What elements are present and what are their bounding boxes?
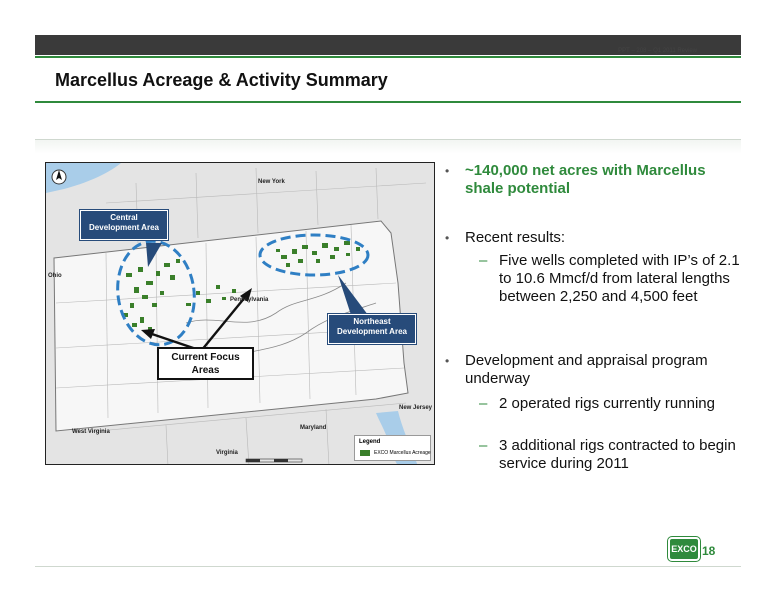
sub-bullet-item: – Five wells completed with IP’s of 2.1 …: [479, 252, 741, 306]
header-rule: [35, 56, 741, 58]
sub-bullet-text: 2 operated rigs currently running: [499, 395, 715, 412]
dash-icon: –: [479, 395, 488, 412]
bullet-text: ~140,000 net acres with Marcellus shale …: [465, 162, 706, 197]
label-new-jersey: New Jersey: [399, 405, 433, 411]
bullet-dot-icon: •: [445, 231, 450, 245]
label-pennsylvania: Pennsylvania: [230, 297, 269, 303]
page-number: 18: [702, 544, 716, 558]
current-focus-areas-box: Current Focus Areas: [157, 347, 254, 380]
bullet-item: • ~140,000 net acres with Marcellus shal…: [445, 162, 741, 198]
sub-bullet-text: Five wells completed with IP’s of 2.1 to…: [499, 252, 740, 305]
legend-title: Legend: [359, 439, 381, 445]
bullet-item: • Recent results:: [445, 229, 741, 247]
label-new-york: New York: [258, 179, 285, 185]
dash-icon: –: [479, 252, 488, 269]
label-virginia: Virginia: [216, 450, 238, 456]
bullet-dot-icon: •: [445, 164, 450, 178]
exco-logo: EXCO: [667, 536, 701, 562]
central-area-callout: Central Development Area: [79, 209, 169, 241]
label-west-virginia: West Virginia: [72, 429, 110, 435]
sub-bullet-item: – 2 operated rigs currently running: [479, 395, 741, 413]
header-caption: PPT – 208 – Q1 2011 Review: [618, 48, 697, 54]
legend-swatch: [360, 450, 370, 456]
bullet-dot-icon: •: [445, 354, 450, 368]
bullet-text: Development and appraisal program underw…: [465, 352, 708, 387]
page-title: Marcellus Acreage & Activity Summary: [55, 70, 388, 90]
dash-icon: –: [479, 437, 488, 454]
sub-bullet-item: – 3 additional rigs contracted to begin …: [479, 437, 741, 473]
label-maryland: Maryland: [300, 425, 327, 431]
bullet-text: Recent results:: [465, 229, 566, 246]
map-legend: Legend EXCO Marcellus Acreage: [354, 435, 431, 461]
title-rule: [35, 101, 741, 103]
sub-bullet-text: 3 additional rigs contracted to begin se…: [499, 437, 736, 472]
legend-item-label: EXCO Marcellus Acreage: [374, 450, 431, 456]
northeast-area-callout: Northeast Development Area: [327, 313, 417, 345]
bullet-item: • Development and appraisal program unde…: [445, 352, 741, 388]
label-ohio: Ohio: [48, 273, 62, 279]
